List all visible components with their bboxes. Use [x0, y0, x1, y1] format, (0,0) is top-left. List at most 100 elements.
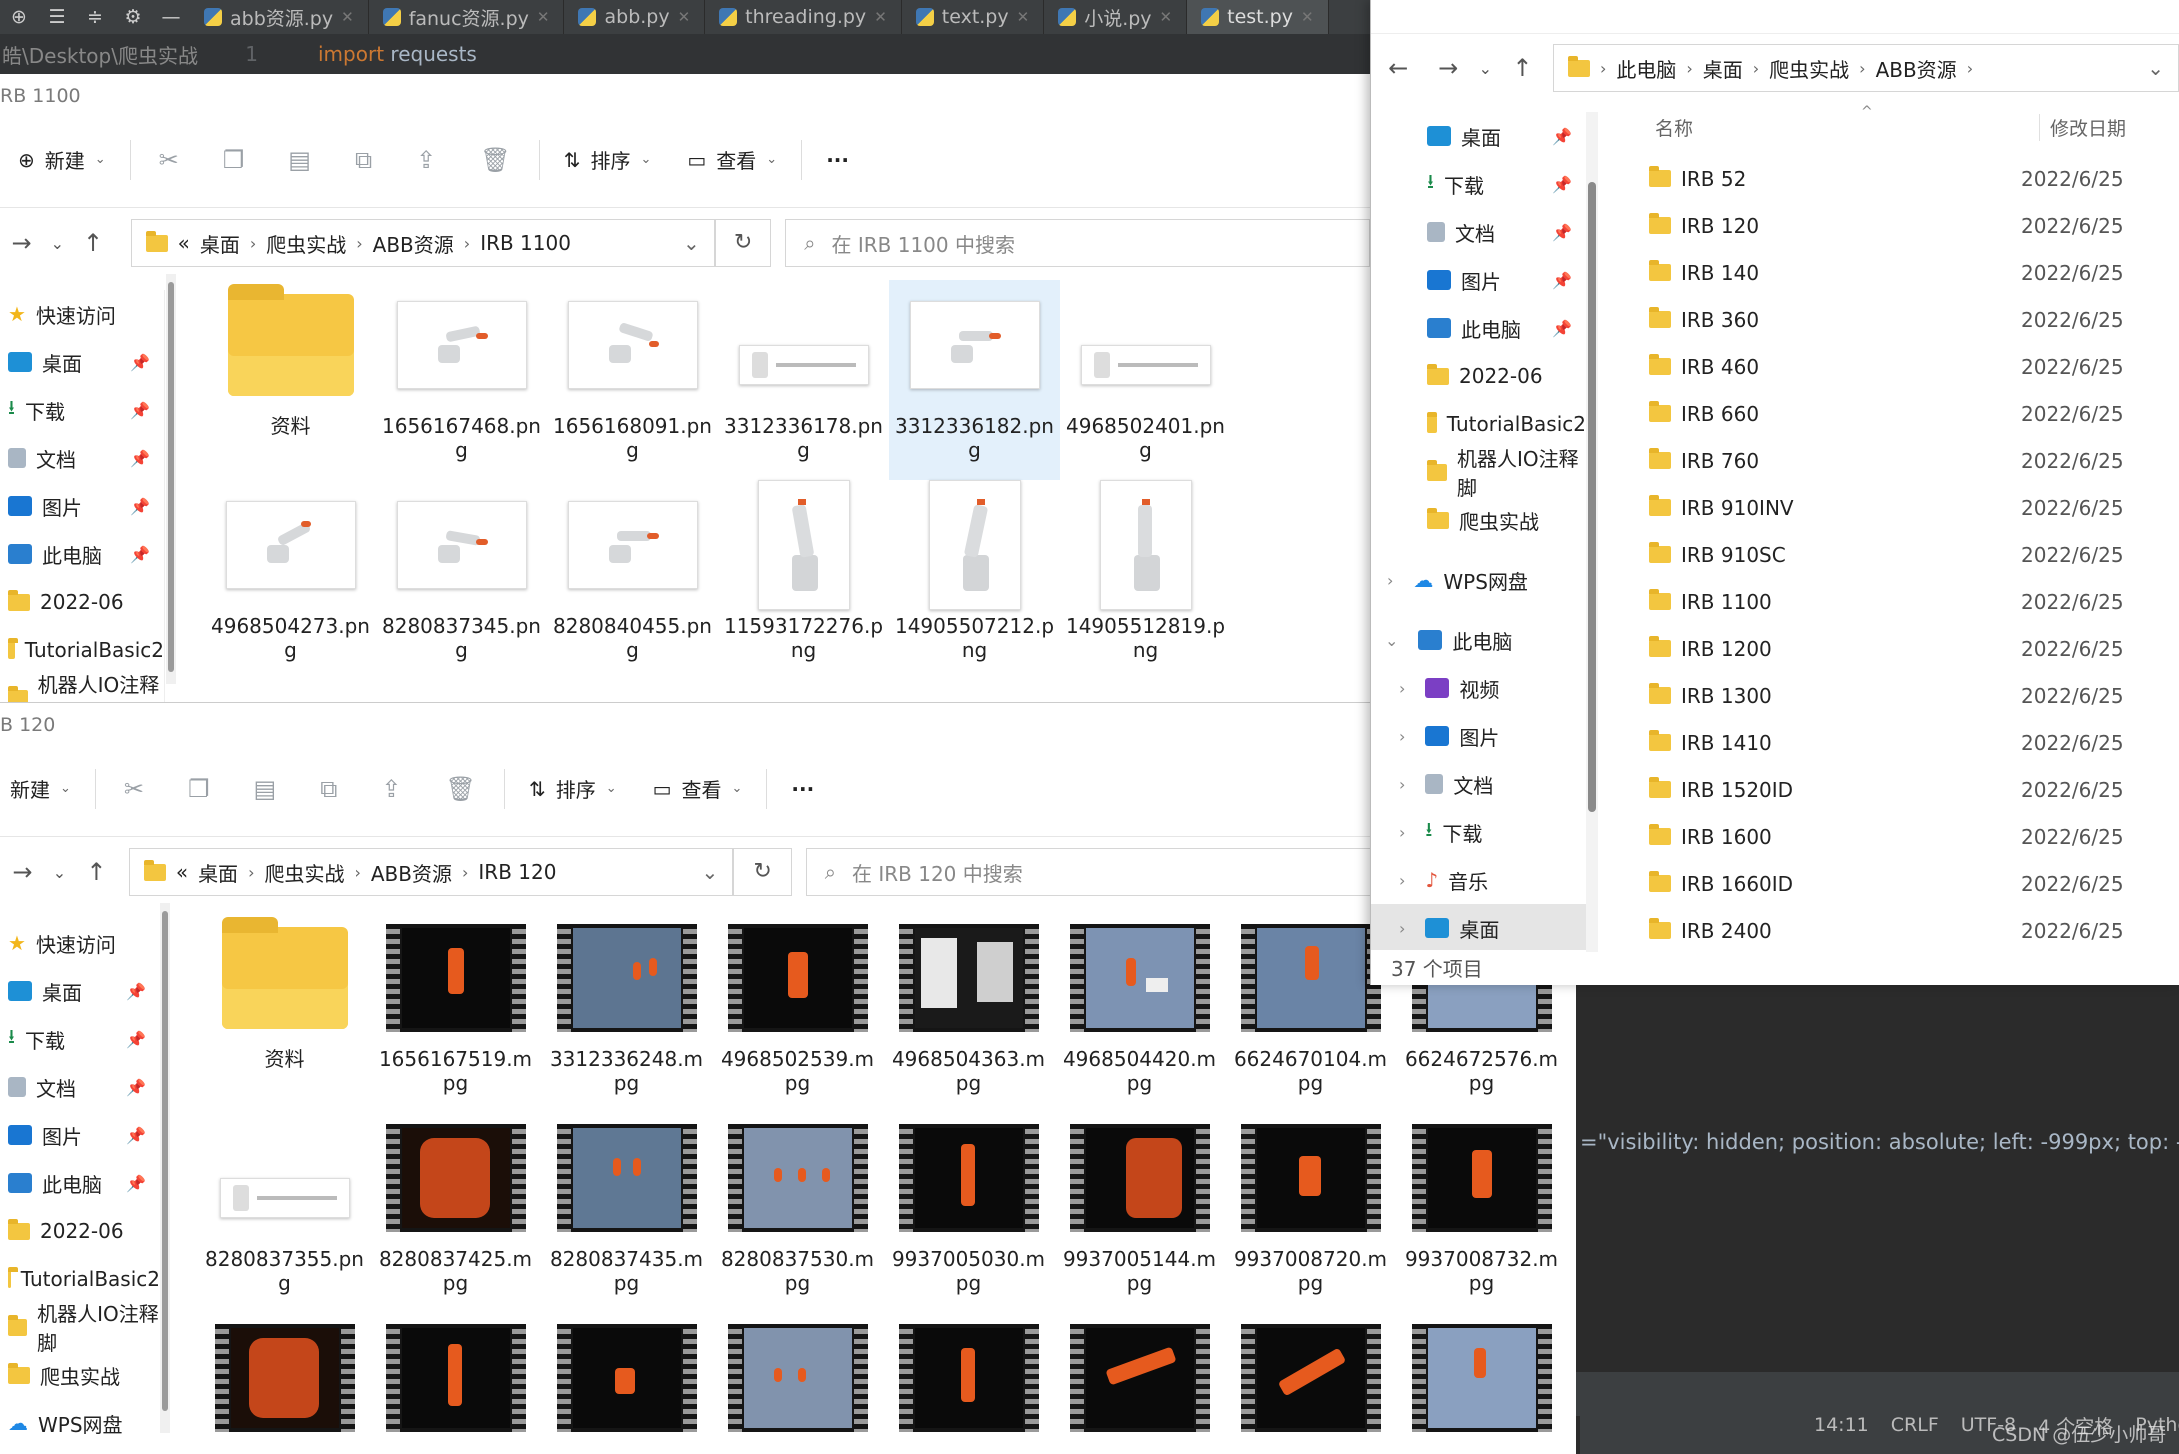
- close-icon[interactable]: ✕: [874, 8, 887, 26]
- breadcrumb-item[interactable]: ABB资源: [371, 858, 452, 887]
- more-options-button[interactable]: ···: [808, 148, 867, 172]
- nav-this-pc[interactable]: 此电脑 📌: [0, 530, 164, 578]
- breadcrumb-overflow[interactable]: «: [178, 231, 190, 255]
- file-item[interactable]: 4968504273.png: [205, 480, 376, 680]
- file-item[interactable]: 14905512819.png: [1060, 480, 1231, 680]
- video-item[interactable]: 8280837425.mpg: [370, 1113, 541, 1313]
- nav-folder[interactable]: 爬虫实战: [0, 1351, 160, 1399]
- video-item[interactable]: [1054, 1313, 1225, 1454]
- file-item[interactable]: 8280837355.png: [199, 1113, 370, 1313]
- paste-icon[interactable]: ▤: [232, 775, 299, 803]
- cut-icon[interactable]: ✂: [137, 146, 201, 174]
- list-item[interactable]: IRB 1600 2022/6/25: [1637, 813, 2179, 860]
- nav-wps-cloud[interactable]: › ☁ WPS网盘: [1371, 556, 1586, 604]
- nav-folder[interactable]: 机器人IO注释脚: [1371, 447, 1586, 500]
- rename-icon[interactable]: ⧉: [298, 775, 359, 803]
- copy-icon[interactable]: ❐: [166, 775, 232, 803]
- recent-chevron-icon[interactable]: ⌄: [1471, 59, 1500, 78]
- recent-chevron-icon[interactable]: ⌄: [43, 234, 71, 253]
- video-item[interactable]: [370, 1313, 541, 1454]
- list-item[interactable]: IRB 1100 2022/6/25: [1637, 578, 2179, 625]
- pin-icon[interactable]: 📌: [130, 353, 150, 372]
- file-item[interactable]: 8280837345.png: [376, 480, 547, 680]
- forward-icon[interactable]: →: [0, 229, 43, 257]
- nav-folder[interactable]: 爬虫实战: [1371, 496, 1586, 544]
- copy-icon[interactable]: ❐: [201, 146, 267, 174]
- nav-quick-access[interactable]: ★ 快速访问: [0, 290, 164, 338]
- nav-quick-access[interactable]: ★ 快速访问: [0, 919, 160, 967]
- nav-downloads[interactable]: ⭳ 下载 📌: [1371, 160, 1586, 208]
- chevron-right-icon[interactable]: ›: [1399, 727, 1405, 746]
- close-icon[interactable]: ✕: [1017, 8, 1030, 26]
- column-name-header[interactable]: 名称: [1655, 114, 2039, 141]
- code-line[interactable]: import requests: [270, 42, 477, 66]
- pin-icon[interactable]: 📌: [1552, 271, 1572, 290]
- view-button[interactable]: ▭ 查看 ⌄: [669, 145, 795, 174]
- list-item[interactable]: IRB 2400 2022/6/25: [1637, 907, 2179, 954]
- share-icon[interactable]: ⇪: [394, 146, 458, 174]
- ide-tab[interactable]: abb.py ✕: [564, 0, 706, 34]
- ide-tab[interactable]: abb资源.py ✕: [190, 0, 369, 34]
- file-item[interactable]: 1656168091.png: [547, 280, 718, 480]
- video-item[interactable]: 8280837435.mpg: [541, 1113, 712, 1313]
- folder-item[interactable]: 资料: [205, 280, 376, 480]
- breadcrumb-item[interactable]: 爬虫实战: [1769, 54, 1849, 83]
- forward-icon[interactable]: →: [0, 858, 45, 886]
- share-icon[interactable]: ⇪: [359, 775, 423, 803]
- delete-icon[interactable]: 🗑: [423, 775, 497, 803]
- chevron-right-icon[interactable]: ›: [1387, 571, 1393, 590]
- breadcrumb-item[interactable]: 此电脑: [1616, 54, 1676, 83]
- list-item[interactable]: IRB 140 2022/6/25: [1637, 249, 2179, 296]
- search-input[interactable]: ⌕ 在 IRB 1100 中搜索: [785, 219, 1370, 267]
- nav-folder[interactable]: TutorialBasic2: [0, 1255, 160, 1303]
- ide-tab[interactable]: text.py ✕: [902, 0, 1045, 34]
- video-item[interactable]: 8280837530.mpg: [712, 1113, 883, 1313]
- scrollbar[interactable]: [166, 274, 176, 684]
- pin-icon[interactable]: 📌: [130, 401, 150, 420]
- up-arrow-icon[interactable]: ↑: [1500, 54, 1545, 82]
- close-icon[interactable]: ✕: [537, 8, 550, 26]
- nav-this-pc-root[interactable]: ⌄ 此电脑: [1371, 616, 1586, 664]
- pin-icon[interactable]: 📌: [126, 1174, 146, 1193]
- pin-icon[interactable]: 📌: [126, 1030, 146, 1049]
- nav-desktop[interactable]: 桌面 📌: [1371, 112, 1586, 160]
- file-item[interactable]: 4968502401.png: [1060, 280, 1231, 480]
- video-item[interactable]: 4968502539.mpg: [712, 913, 883, 1113]
- list-item[interactable]: IRB 52 2022/6/25: [1637, 155, 2179, 202]
- video-item[interactable]: 4968504420.mpg: [1054, 913, 1225, 1113]
- list-item[interactable]: IRB 760 2022/6/25: [1637, 437, 2179, 484]
- nav-documents[interactable]: 文档 📌: [1371, 208, 1586, 256]
- breadcrumb-item[interactable]: 爬虫实战: [266, 229, 346, 258]
- nav-documents[interactable]: › 文档: [1371, 760, 1586, 808]
- video-item[interactable]: [883, 1313, 1054, 1454]
- scrollbar[interactable]: [160, 903, 170, 1433]
- pin-icon[interactable]: 📌: [1552, 127, 1572, 146]
- close-icon[interactable]: ✕: [678, 8, 691, 26]
- breadcrumb-item[interactable]: IRB 1100: [480, 231, 571, 255]
- video-item[interactable]: 4968504363.mpg: [883, 913, 1054, 1113]
- nav-pictures[interactable]: 图片 📌: [0, 482, 164, 530]
- new-button[interactable]: 新建 ⌄: [0, 774, 89, 803]
- file-item-selected[interactable]: 3312336182.png: [889, 280, 1060, 480]
- file-item[interactable]: 11593172276.png: [718, 480, 889, 680]
- collapse-icon[interactable]: ≑: [76, 6, 114, 28]
- nav-folder[interactable]: 2022-06: [0, 578, 164, 626]
- chevron-down-icon[interactable]: ⌄: [683, 231, 700, 255]
- video-item[interactable]: 9937008720.mpg: [1225, 1113, 1396, 1313]
- address-bar[interactable]: « 桌面 › 爬虫实战 › ABB资源 › IRB 120 ⌄: [128, 848, 734, 896]
- rename-icon[interactable]: ⧉: [333, 146, 394, 174]
- gear-icon[interactable]: ⚙: [114, 6, 152, 28]
- video-item[interactable]: [199, 1313, 370, 1454]
- close-icon[interactable]: ✕: [1301, 8, 1314, 26]
- column-date-header[interactable]: 修改日期: [2039, 113, 2126, 141]
- breadcrumb-item[interactable]: 桌面: [200, 229, 240, 258]
- video-item[interactable]: [1225, 1313, 1396, 1454]
- nav-desktop-selected[interactable]: › 桌面: [1371, 904, 1586, 950]
- more-options-button[interactable]: ···: [773, 777, 832, 801]
- nav-wps-cloud[interactable]: ☁ WPS网盘: [0, 1399, 160, 1447]
- delete-icon[interactable]: 🗑: [458, 146, 532, 174]
- pin-icon[interactable]: 📌: [130, 545, 150, 564]
- close-icon[interactable]: ✕: [1160, 8, 1173, 26]
- nav-documents[interactable]: 文档 📌: [0, 434, 164, 482]
- nav-downloads[interactable]: ⭳ 下载 📌: [0, 386, 164, 434]
